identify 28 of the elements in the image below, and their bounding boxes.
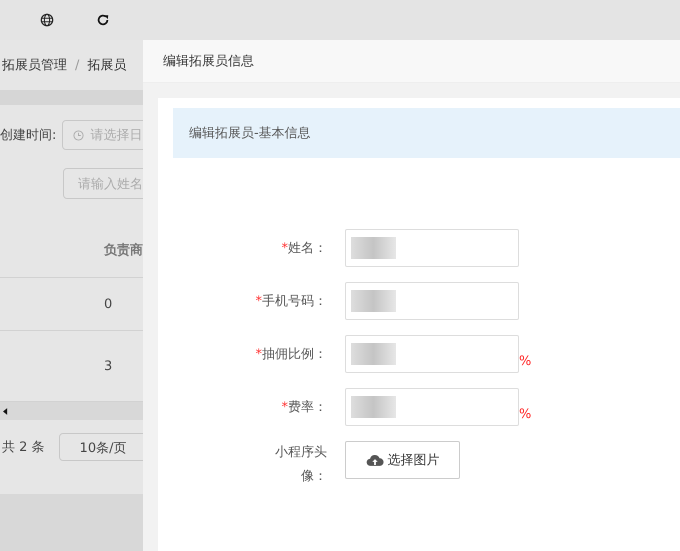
text-field[interactable] — [345, 335, 519, 373]
upload-button[interactable]: 选择图片 — [345, 441, 460, 479]
drawer-title: 编辑拓展员信息 — [163, 53, 254, 70]
breadcrumb-item[interactable]: 拓展员管理 — [2, 56, 67, 74]
field-label: 小程序头像： — [274, 444, 328, 486]
scroll-left-icon[interactable] — [3, 408, 8, 414]
column-header: 负责商 — [104, 242, 143, 259]
percent-suffix: % — [519, 406, 532, 422]
refresh-icon[interactable] — [96, 13, 110, 27]
horizontal-scrollbar[interactable] — [0, 402, 143, 420]
field-label: *费率： — [280, 399, 328, 416]
breadcrumb-separator: / — [75, 58, 80, 72]
cloud-upload-icon — [366, 454, 384, 466]
text-field[interactable] — [345, 282, 519, 320]
section-header: 编辑拓展员-基本信息 — [173, 108, 680, 158]
table-cell: 0 — [104, 296, 112, 312]
clock-icon — [73, 130, 84, 140]
breadcrumb-item[interactable]: 拓展员 — [87, 56, 126, 74]
text-field[interactable] — [345, 229, 519, 267]
field-label: *手机号码： — [254, 293, 328, 310]
percent-suffix: % — [519, 354, 532, 368]
text-field[interactable] — [345, 388, 519, 426]
globe-icon[interactable] — [40, 13, 54, 27]
field-label: *姓名： — [280, 240, 328, 257]
filter-label: 创建时间: — [0, 127, 56, 144]
field-label: *抽佣比例： — [254, 346, 328, 363]
total-count: 共 2 条 — [2, 439, 45, 456]
table-cell: 3 — [104, 358, 112, 374]
